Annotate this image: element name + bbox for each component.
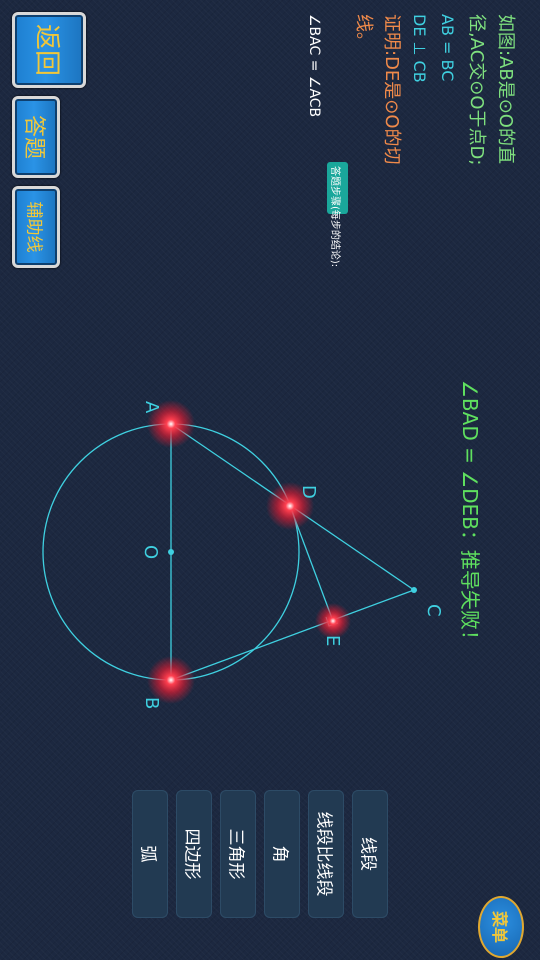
menu-item-arc-label: 弧 <box>137 845 158 863</box>
menu-item-segment-label: 线段 <box>357 837 378 871</box>
segment-bc <box>170 589 415 681</box>
label-d: D <box>298 485 319 499</box>
point-c[interactable] <box>411 587 417 593</box>
point-o[interactable] <box>168 549 174 555</box>
label-o: O <box>140 545 161 559</box>
menu-item-arc[interactable]: 弧 <box>132 790 168 918</box>
label-c: C <box>423 604 444 617</box>
menu-button[interactable]: 菜单 <box>478 896 524 958</box>
label-a: A <box>141 401 162 414</box>
label-e: E <box>322 635 343 646</box>
menu-item-triangle-label: 三角形 <box>225 828 246 880</box>
menu-item-segment-ratio-label: 线段比线段 <box>313 811 334 897</box>
point-e-glow[interactable] <box>315 603 351 639</box>
menu-item-segment-ratio[interactable]: 线段比线段 <box>308 790 344 918</box>
menu-item-segment[interactable]: 线段 <box>352 790 388 918</box>
menu-item-triangle[interactable]: 三角形 <box>220 790 256 918</box>
menu-button-label: 菜单 <box>490 910 509 944</box>
label-b: B <box>141 697 162 709</box>
menu-item-angle[interactable]: 角 <box>264 790 300 918</box>
menu-item-quadrilateral-label: 四边形 <box>181 828 202 880</box>
menu-item-angle-label: 角 <box>269 845 290 863</box>
menu-item-quadrilateral[interactable]: 四边形 <box>176 790 212 918</box>
